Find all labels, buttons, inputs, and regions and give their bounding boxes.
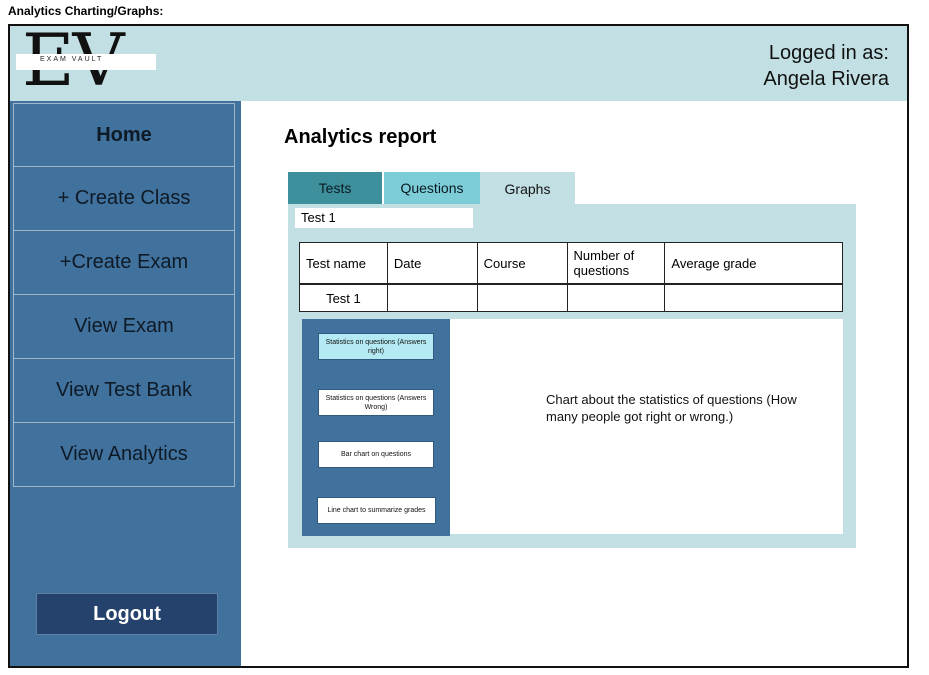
header-date: Date: [386, 242, 478, 285]
sidebar: Home + Create Class +Create Exam View Ex…: [10, 101, 241, 666]
tab-graphs[interactable]: Graphs: [480, 172, 575, 206]
sidebar-item-view-exam[interactable]: View Exam: [13, 295, 235, 359]
cell-date: [386, 283, 478, 312]
page-title: Analytics report: [284, 126, 437, 148]
logged-in-info: Logged in as: Angela Rivera: [763, 40, 889, 92]
header-test-name: Test name: [299, 242, 388, 285]
header-number-of-questions: Number of questions: [566, 242, 666, 285]
header-average-grade: Average grade: [664, 242, 843, 285]
test-summary-table: Test name Date Course Number of question…: [299, 242, 843, 312]
chart-description: Chart about the statistics of questions …: [546, 392, 797, 424]
table-header-row: Test name Date Course Number of question…: [299, 242, 843, 285]
tab-questions[interactable]: Questions: [384, 172, 480, 204]
user-name: Angela Rivera: [763, 68, 889, 90]
chart-options-panel: Statistics on questions (Answers right) …: [302, 319, 450, 536]
graphs-panel: Test 1 Test name Date Course Number of q…: [288, 204, 856, 548]
tab-tests[interactable]: Tests: [288, 172, 382, 204]
header-course: Course: [476, 242, 568, 285]
cell-test-name: Test 1: [299, 283, 388, 312]
table-row[interactable]: Test 1: [299, 283, 843, 312]
exam-vault-logo[interactable]: EV EXAM VAULT: [14, 26, 156, 100]
logout-button[interactable]: Logout: [36, 593, 218, 635]
bar-chart-questions-button[interactable]: Bar chart on questions: [318, 441, 434, 468]
sidebar-item-create-class[interactable]: + Create Class: [13, 167, 235, 231]
header-bar: EV EXAM VAULT Logged in as: Angela River…: [10, 26, 907, 101]
sidebar-item-create-exam[interactable]: +Create Exam: [13, 231, 235, 295]
sidebar-nav: Home + Create Class +Create Exam View Ex…: [13, 103, 235, 487]
sidebar-item-home[interactable]: Home: [13, 103, 235, 167]
stats-answers-right-button[interactable]: Statistics on questions (Answers right): [318, 333, 434, 360]
cell-number-of-questions: [566, 283, 666, 312]
cell-course: [476, 283, 568, 312]
stats-answers-wrong-button[interactable]: Statistics on questions (Answers Wrong): [318, 389, 434, 416]
logo-brand-text: EXAM VAULT: [40, 56, 104, 63]
cell-average-grade: [664, 283, 843, 312]
logged-in-label: Logged in as:: [768, 42, 889, 64]
page-caption: Analytics Charting/Graphs:: [8, 4, 164, 18]
test-select-field[interactable]: Test 1: [295, 208, 473, 228]
sidebar-item-view-analytics[interactable]: View Analytics: [13, 423, 235, 487]
sidebar-item-view-test-bank[interactable]: View Test Bank: [13, 359, 235, 423]
app-frame: EV EXAM VAULT Logged in as: Angela River…: [8, 24, 909, 668]
chart-area: Statistics on questions (Answers right) …: [302, 319, 843, 536]
line-chart-grades-button[interactable]: Line chart to summarize grades: [317, 497, 436, 524]
